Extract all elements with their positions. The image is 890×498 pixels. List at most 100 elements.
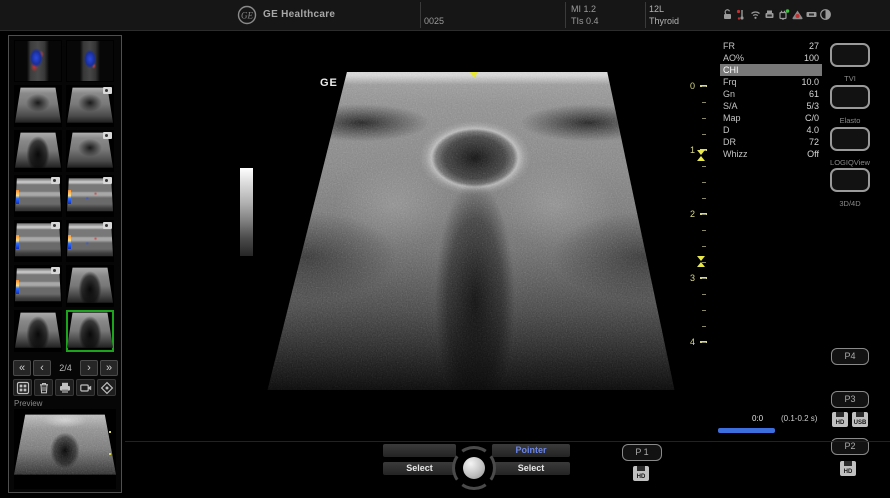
layout-grid-icon (16, 381, 30, 395)
prev-page-button[interactable]: ‹ (33, 360, 51, 376)
thumbnail[interactable] (14, 40, 62, 82)
minor-ticks (702, 86, 706, 344)
hd-storage-icon: HD (840, 461, 856, 476)
focal-zone-marker (697, 256, 706, 267)
record-alert-icon (791, 8, 804, 21)
p4-button[interactable]: P4 (831, 348, 869, 365)
clipboard-toolbar (13, 379, 116, 396)
depth-tick-label: 0 (683, 80, 695, 92)
clip-indicator-icon (103, 222, 112, 229)
param-row: Frq10.0 (720, 76, 822, 88)
thumbnail[interactable] (14, 310, 62, 352)
hd-storage-icon: HD (832, 412, 848, 427)
param-row: D4.0 (720, 124, 822, 136)
cine-progress-bar (718, 428, 775, 433)
thumbnail[interactable] (14, 85, 62, 127)
select-key-right[interactable]: Select (492, 462, 570, 475)
clip-indicator-icon (51, 222, 60, 229)
probe-alert-icon (735, 8, 748, 21)
elasto-button[interactable] (830, 85, 870, 109)
thumbnail[interactable] (14, 130, 62, 172)
ultrasound-image[interactable] (265, 72, 685, 390)
thumbnail[interactable] (66, 40, 114, 82)
soft-button-item: Elasto (819, 85, 881, 125)
topbar-divider (645, 2, 646, 28)
thumbnail-grid (14, 40, 116, 352)
thumbnail[interactable] (14, 220, 62, 262)
topbar-divider (420, 2, 421, 28)
soft-button-item: LOGIQView (819, 127, 881, 167)
thumbnail[interactable] (14, 175, 62, 217)
page-indicator: 2/4 (53, 363, 78, 373)
wifi-icon (749, 8, 762, 21)
preview-marker-dot (109, 453, 111, 455)
tvi-button[interactable] (830, 43, 870, 67)
vendor-label: GE (320, 77, 338, 89)
tvi-label: TVI (819, 74, 881, 83)
preset-name: Thyroid (649, 16, 679, 26)
top-bar: GE GE Healthcare 0025 MI 1.2 TIs 0.4 12L… (0, 0, 890, 31)
lock-open-icon (721, 8, 734, 21)
param-row: S/A5/3 (720, 100, 822, 112)
delete-button[interactable] (34, 379, 53, 396)
param-row: FR27 (720, 40, 822, 52)
3d4d-button[interactable] (830, 168, 870, 192)
grayscale-bar (240, 168, 253, 256)
last-page-button[interactable]: » (100, 360, 118, 376)
soft-button-item: TVI (819, 43, 881, 83)
topbar-divider (565, 2, 566, 28)
bottom-divider (125, 441, 890, 442)
first-page-button[interactable]: « (13, 360, 31, 376)
thumbnail[interactable] (66, 220, 114, 262)
param-row-highlighted: CHI (720, 64, 822, 76)
param-row: DR72 (720, 136, 822, 148)
ultrasound-app-window: GE GE Healthcare 0025 MI 1.2 TIs 0.4 12L… (0, 0, 890, 498)
printer-icon (58, 381, 72, 395)
depth-tick-label: 2 (683, 208, 695, 220)
ge-logo-text: GE (241, 11, 253, 21)
p3-button[interactable]: P3 (831, 391, 869, 408)
depth-tick-label: 1 (683, 144, 695, 156)
thumbnail[interactable] (66, 130, 114, 172)
video-clip-button[interactable] (76, 379, 95, 396)
param-row: MapC/0 (720, 112, 822, 124)
transfer-target-icon (100, 381, 114, 395)
next-page-button[interactable]: › (80, 360, 98, 376)
video-camera-icon (79, 381, 93, 395)
thumbnail[interactable] (66, 85, 114, 127)
usb-storage-icon: USB (852, 412, 868, 427)
printer-status-icon (763, 8, 776, 21)
pointer-key[interactable]: Pointer (492, 444, 570, 457)
param-row: AO%100 (720, 52, 822, 64)
parameter-panel: FR27 AO%100 CHI Frq10.0 Gn61 S/A5/3 MapC… (720, 40, 822, 160)
hd-storage-icon: HD (633, 466, 649, 481)
thumbnail[interactable] (66, 265, 114, 307)
cine-position: 0:0 (752, 414, 763, 423)
clipboard-sidebar: « ‹ 2/4 › » Preview (8, 35, 122, 493)
logiqview-button[interactable] (830, 127, 870, 151)
mi-value: MI 1.2 (571, 4, 596, 14)
thumbnail[interactable] (66, 175, 114, 217)
ge-logo-icon: GE (237, 5, 257, 25)
trackball[interactable] (463, 457, 485, 479)
print-button[interactable] (55, 379, 74, 396)
thumbnail-pager: « ‹ 2/4 › » (13, 359, 118, 376)
thumbnail[interactable] (14, 265, 62, 307)
3d4d-label: 3D/4D (819, 199, 881, 208)
layout-grid-button[interactable] (13, 379, 32, 396)
p1-button[interactable]: P 1 (622, 444, 662, 461)
network-status-icon (777, 8, 790, 21)
clip-indicator-icon (51, 177, 60, 184)
elasto-label: Elasto (819, 116, 881, 125)
param-row: WhizzOff (720, 148, 822, 160)
thumbnail-selected[interactable] (66, 310, 114, 352)
clip-indicator-icon (103, 132, 112, 139)
media-cassette-icon (805, 8, 818, 21)
soft-button-item: 3D/4D (819, 168, 881, 208)
clip-indicator-icon (103, 87, 112, 94)
trackball-key-upper-left[interactable] (383, 444, 456, 457)
transfer-button[interactable] (97, 379, 116, 396)
preview-marker-dot (109, 431, 111, 433)
probe-name: 12L (649, 4, 664, 14)
select-key-left[interactable]: Select (383, 462, 456, 475)
